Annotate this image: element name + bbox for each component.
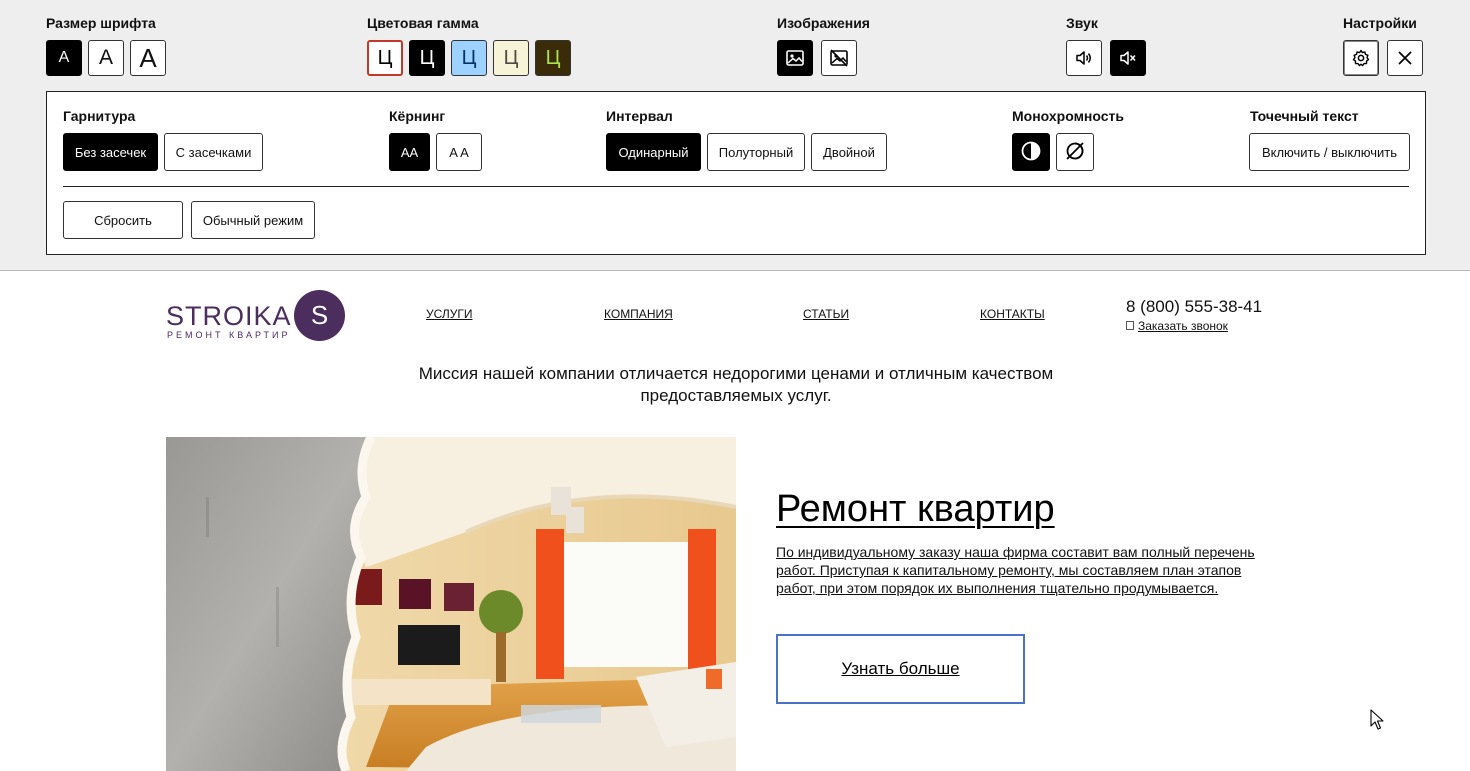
kerning-title: Кёрнинг	[389, 108, 446, 124]
learn-more-button[interactable]: Узнать больше	[776, 634, 1025, 704]
monochrome-group: Монохромность	[1012, 108, 1125, 171]
settings-panel: Гарнитура Без засечек С засечками Кёрнин…	[46, 91, 1426, 255]
close-panel-button[interactable]	[1387, 40, 1423, 76]
interval-double-button[interactable]: Двойной	[811, 133, 887, 171]
images-group: Изображения	[777, 15, 870, 76]
nav-contacts-link[interactable]: КОНТАКТЫ	[980, 307, 1045, 321]
color-scheme-black-button[interactable]: Ц	[409, 40, 445, 76]
dotted-text-group: Точечный текст Включить / выключить	[1249, 108, 1410, 171]
sound-buttons	[1066, 40, 1146, 76]
sound-off-button[interactable]	[1110, 40, 1146, 76]
normal-mode-button[interactable]: Обычный режим	[191, 201, 315, 239]
interval-one-half-button[interactable]: Полуторный	[707, 133, 805, 171]
logo-name: STROIKA	[166, 301, 292, 331]
contrast-icon	[1020, 140, 1042, 165]
accessibility-panel: Размер шрифта A A A Цветовая гамма Ц Ц Ц…	[0, 0, 1470, 271]
hero-description[interactable]: По индивидуальному заказу наша фирма сос…	[776, 543, 1271, 597]
images-on-button[interactable]	[777, 40, 813, 76]
typeface-sans-button[interactable]: Без засечек	[63, 133, 158, 171]
images-buttons	[777, 40, 857, 76]
mouse-cursor-icon	[1370, 709, 1384, 736]
interval-group: Интервал Одинарный Полуторный Двойной	[606, 108, 887, 171]
font-size-small-button[interactable]: A	[46, 40, 82, 76]
logo-subtitle: РЕМОНТ КВАРТИР	[167, 330, 291, 340]
font-size-buttons: A A A	[46, 40, 166, 76]
interval-options: Одинарный Полуторный Двойной	[606, 133, 887, 171]
hero-image	[166, 437, 736, 771]
reset-button[interactable]: Сбросить	[63, 201, 183, 239]
dotted-text-options: Включить / выключить	[1249, 133, 1410, 171]
typeface-title: Гарнитура	[63, 108, 136, 124]
sound-on-button[interactable]	[1066, 40, 1102, 76]
nav-articles-link[interactable]: СТАТЬИ	[803, 307, 849, 321]
images-off-button[interactable]	[821, 40, 857, 76]
nav-company-link[interactable]: КОМПАНИЯ	[604, 307, 673, 321]
color-scheme-buttons: Ц Ц Ц Ц Ц	[367, 40, 571, 76]
broken-image-icon	[1126, 319, 1134, 333]
image-off-icon	[829, 48, 849, 68]
font-size-title: Размер шрифта	[46, 15, 156, 31]
color-scheme-brown-button[interactable]: Ц	[535, 40, 571, 76]
settings-divider	[63, 186, 1409, 187]
contrast-off-icon	[1064, 140, 1086, 165]
color-scheme-blue-button[interactable]: Ц	[451, 40, 487, 76]
typeface-serif-button[interactable]: С засечками	[164, 133, 263, 171]
interval-title: Интервал	[606, 108, 673, 124]
site-logo[interactable]: STROIKA РЕМОНТ КВАРТИР S	[166, 289, 346, 343]
color-scheme-white-button[interactable]: Ц	[367, 40, 403, 76]
color-scheme-beige-button[interactable]: Ц	[493, 40, 529, 76]
callback: Заказать звонок	[1126, 319, 1228, 333]
font-size-large-button[interactable]: A	[130, 40, 166, 76]
nav-services-link[interactable]: УСЛУГИ	[426, 307, 473, 321]
kerning-group: Кёрнинг AA A A	[389, 108, 482, 171]
monochrome-off-button[interactable]	[1056, 133, 1094, 171]
font-size-medium-button[interactable]: A	[88, 40, 124, 76]
speaker-icon	[1074, 48, 1094, 68]
kerning-normal-button[interactable]: AA	[389, 133, 430, 171]
interval-single-button[interactable]: Одинарный	[606, 133, 701, 171]
settings-actions: Сбросить Обычный режим	[63, 201, 315, 239]
settings-buttons	[1343, 40, 1423, 76]
monochrome-title: Монохромность	[1012, 108, 1125, 124]
speaker-mute-icon	[1118, 48, 1138, 68]
settings-button[interactable]	[1343, 40, 1379, 76]
kerning-wide-button[interactable]: A A	[436, 133, 482, 171]
typeface-group: Гарнитура Без засечек С засечками	[63, 108, 263, 171]
callback-link[interactable]: Заказать звонок	[1138, 319, 1228, 333]
settings-group: Настройки	[1343, 15, 1423, 76]
color-scheme-group: Цветовая гамма Ц Ц Ц Ц Ц	[367, 15, 571, 76]
image-icon	[785, 48, 805, 68]
images-title: Изображения	[777, 15, 870, 31]
kerning-options: AA A A	[389, 133, 482, 171]
sound-title: Звук	[1066, 15, 1098, 31]
monochrome-on-button[interactable]	[1012, 133, 1050, 171]
dotted-text-toggle-button[interactable]: Включить / выключить	[1249, 133, 1410, 171]
phone-number[interactable]: 8 (800) 555-38-41	[1126, 297, 1262, 317]
monochrome-options	[1012, 133, 1094, 171]
logo-mark: S	[294, 290, 345, 341]
typeface-options: Без засечек С засечками	[63, 133, 263, 171]
mission-text: Миссия нашей компании отличается недорог…	[418, 364, 1054, 405]
hero-title[interactable]: Ремонт квартир	[776, 488, 1055, 531]
settings-title: Настройки	[1343, 15, 1417, 31]
font-size-group: Размер шрифта A A A	[46, 15, 166, 76]
dotted-text-title: Точечный текст	[1250, 108, 1359, 124]
color-scheme-title: Цветовая гамма	[367, 15, 479, 31]
close-icon	[1395, 48, 1415, 68]
gear-icon	[1351, 48, 1371, 68]
sound-group: Звук	[1066, 15, 1146, 76]
